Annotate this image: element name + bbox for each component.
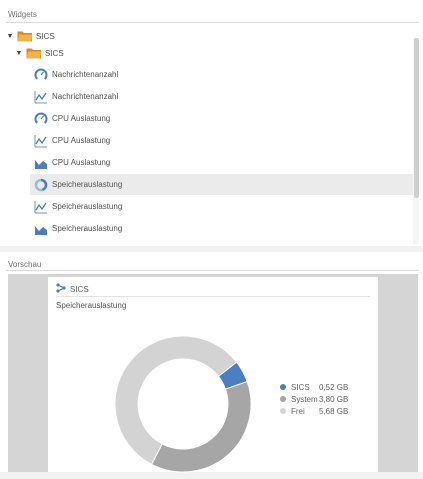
widgets-section-title: Widgets: [8, 10, 37, 19]
preview-section-title: Vorschau: [8, 260, 42, 269]
preview-divider: [6, 270, 419, 271]
legend-value: 0,52 GB: [319, 382, 349, 392]
widget-item-label: CPU Auslastung: [52, 136, 111, 145]
widgets-panel: Widgets ▼ SICS ▼ SICS Nachrichtenanzahl …: [0, 0, 423, 246]
line-chart-icon: [33, 200, 49, 214]
widget-item-label: CPU Auslastung: [52, 158, 111, 167]
legend-swatch: [280, 408, 286, 414]
widgets-divider: [6, 22, 419, 23]
gauge-icon: [33, 68, 49, 82]
scrollbar-thumb[interactable]: [414, 38, 419, 198]
legend-label: SICS: [291, 382, 310, 392]
chart-legend: SICS 0,52 GB System 3,80 GB Frei 5,68 GB: [280, 381, 348, 417]
legend-item[interactable]: System 3,80 GB: [280, 393, 348, 405]
widget-item-speicher-line[interactable]: Speicherauslastung: [30, 196, 415, 217]
legend-item[interactable]: SICS 0,52 GB: [280, 381, 348, 393]
legend-swatch: [280, 384, 286, 390]
widget-card-title: Speicherauslastung: [56, 301, 127, 310]
caret-down-icon[interactable]: ▼: [15, 50, 23, 57]
widget-card-header: SICS: [56, 283, 89, 295]
widget-item-label: Speicherauslastung: [52, 224, 123, 233]
line-chart-icon: [33, 90, 49, 104]
widget-card-system-label: SICS: [70, 284, 89, 294]
widget-item-label: Nachrichtenanzahl: [52, 70, 119, 79]
tree-child-label: SICS: [45, 48, 64, 58]
preview-canvas: SICS Speicherauslastung SICS 0,52 GB Syste…: [8, 274, 418, 473]
area-chart-icon: [33, 156, 49, 170]
legend-item[interactable]: Frei 5,68 GB: [280, 405, 348, 417]
legend-value: 5,68 GB: [319, 406, 349, 416]
widget-item-speicher-area[interactable]: Speicherauslastung: [30, 218, 415, 239]
network-nodes-icon: [56, 283, 66, 295]
widget-item-cpu-area[interactable]: CPU Auslastung: [30, 152, 415, 173]
widget-card: SICS Speicherauslastung SICS 0,52 GB Syste…: [48, 277, 378, 473]
legend-label: Frei: [291, 406, 305, 416]
area-chart-icon: [33, 222, 49, 236]
tree-node-child[interactable]: ▼ SICS: [15, 43, 64, 63]
widget-item-cpu-gauge[interactable]: CPU Auslastung: [30, 108, 415, 129]
widget-item-nachrichtenanzahl-gauge[interactable]: Nachrichtenanzahl: [30, 64, 415, 85]
tree-root-label: SICS: [36, 31, 55, 41]
widget-card-divider: [56, 296, 370, 297]
widget-item-label: Speicherauslastung: [52, 180, 123, 189]
gauge-icon: [33, 112, 49, 126]
folder-open-icon: [26, 47, 42, 59]
folder-open-icon: [17, 30, 33, 42]
donut-chart: [114, 335, 252, 473]
legend-label: System: [291, 394, 318, 404]
donut-slice-system[interactable]: [150, 380, 252, 473]
widget-item-label: Speicherauslastung: [52, 202, 123, 211]
widget-item-nachrichtenanzahl-line[interactable]: Nachrichtenanzahl: [30, 86, 415, 107]
widget-item-label: Nachrichtenanzahl: [52, 92, 119, 101]
line-chart-icon: [33, 134, 49, 148]
preview-panel: Vorschau SICS Speicherauslastung SICS 0,…: [0, 252, 423, 473]
legend-swatch: [280, 396, 286, 402]
legend-value: 3,80 GB: [319, 394, 349, 404]
widget-item-cpu-line[interactable]: CPU Auslastung: [30, 130, 415, 151]
caret-down-icon[interactable]: ▼: [6, 33, 14, 40]
widget-item-speicher-donut[interactable]: Speicherauslastung: [30, 174, 415, 195]
widget-item-label: CPU Auslastung: [52, 114, 111, 123]
donut-chart-icon: [33, 178, 49, 192]
